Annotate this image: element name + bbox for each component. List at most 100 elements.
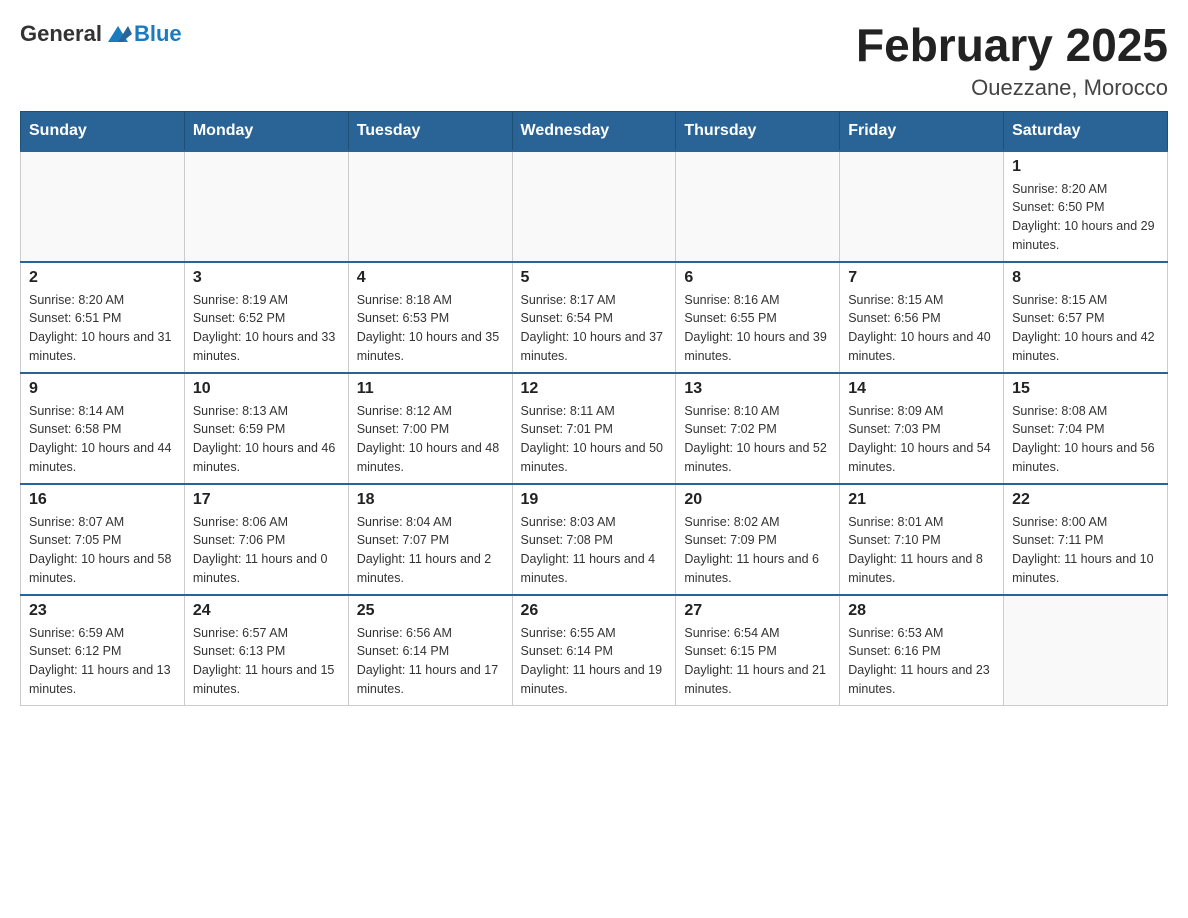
calendar-cell: 19Sunrise: 8:03 AMSunset: 7:08 PMDayligh… — [512, 484, 676, 595]
calendar-cell: 7Sunrise: 8:15 AMSunset: 6:56 PMDaylight… — [840, 262, 1004, 373]
logo-general-text: General — [20, 21, 102, 47]
day-info: Sunrise: 6:55 AMSunset: 6:14 PMDaylight:… — [521, 624, 668, 699]
day-info: Sunrise: 6:53 AMSunset: 6:16 PMDaylight:… — [848, 624, 995, 699]
day-info: Sunrise: 6:59 AMSunset: 6:12 PMDaylight:… — [29, 624, 176, 699]
day-number: 1 — [1012, 158, 1159, 176]
day-number: 26 — [521, 602, 668, 620]
calendar-cell: 4 Sunrise: 8:18 AMSunset: 6:53 PMDaylight… — [348, 262, 512, 373]
calendar-table: SundayMondayTuesdayWednesdayThursdayFrid… — [20, 111, 1168, 706]
calendar-title: February 2025 — [856, 20, 1168, 71]
day-info: Sunrise: 8:17 AMSunset: 6:54 PMDaylight:… — [521, 291, 668, 366]
calendar-cell — [1004, 595, 1168, 706]
calendar-cell — [840, 151, 1004, 262]
day-number: 5 — [521, 269, 668, 287]
day-info: Sunrise: 6:56 AMSunset: 6:14 PMDaylight:… — [357, 624, 504, 699]
week-row-4: 16 Sunrise: 8:07 AMSunset: 7:05 PMDayligh… — [21, 484, 1168, 595]
day-info: Sunrise: 8:14 AMSunset: 6:58 PMDaylight:… — [29, 402, 176, 477]
day-info: Sunrise: 6:57 AMSunset: 6:13 PMDaylight:… — [193, 624, 340, 699]
calendar-cell: 1 Sunrise: 8:20 AMSunset: 6:50 PMDaylight… — [1004, 151, 1168, 262]
day-number: 21 — [848, 491, 995, 509]
calendar-subtitle: Ouezzane, Morocco — [856, 75, 1168, 101]
calendar-cell: 20 Sunrise: 8:02 AMSunset: 7:09 PMDayligh… — [676, 484, 840, 595]
day-info: Sunrise: 8:11 AMSunset: 7:01 PMDaylight:… — [521, 402, 668, 477]
day-number: 18 — [357, 491, 504, 509]
day-info: Sunrise: 8:19 AMSunset: 6:52 PMDaylight:… — [193, 291, 340, 366]
calendar-cell: 6 Sunrise: 8:16 AMSunset: 6:55 PMDaylight… — [676, 262, 840, 373]
day-info: Sunrise: 6:54 AMSunset: 6:15 PMDaylight:… — [684, 624, 831, 699]
calendar-cell: 13 Sunrise: 8:10 AMSunset: 7:02 PMDayligh… — [676, 373, 840, 484]
day-number: 19 — [521, 491, 668, 509]
day-info: Sunrise: 8:06 AMSunset: 7:06 PMDaylight:… — [193, 513, 340, 588]
calendar-cell: 11 Sunrise: 8:12 AMSunset: 7:00 PMDayligh… — [348, 373, 512, 484]
week-row-1: 1 Sunrise: 8:20 AMSunset: 6:50 PMDaylight… — [21, 151, 1168, 262]
day-number: 8 — [1012, 269, 1159, 287]
calendar-cell — [348, 151, 512, 262]
column-header-thursday: Thursday — [676, 111, 840, 151]
day-number: 14 — [848, 380, 995, 398]
logo: General Blue — [20, 20, 182, 48]
day-number: 24 — [193, 602, 340, 620]
calendar-cell: 16 Sunrise: 8:07 AMSunset: 7:05 PMDayligh… — [21, 484, 185, 595]
calendar-cell: 5 Sunrise: 8:17 AMSunset: 6:54 PMDaylight… — [512, 262, 676, 373]
calendar-cell: 28 Sunrise: 6:53 AMSunset: 6:16 PMDayligh… — [840, 595, 1004, 706]
calendar-cell — [21, 151, 185, 262]
page-header: General Blue February 2025 Ouezzane, Mor… — [20, 20, 1168, 101]
column-header-friday: Friday — [840, 111, 1004, 151]
day-number: 25 — [357, 602, 504, 620]
calendar-cell: 21 Sunrise: 8:01 AMSunset: 7:10 PMDayligh… — [840, 484, 1004, 595]
calendar-cell: 25 Sunrise: 6:56 AMSunset: 6:14 PMDayligh… — [348, 595, 512, 706]
day-number: 13 — [684, 380, 831, 398]
calendar-cell: 26 Sunrise: 6:55 AMSunset: 6:14 PMDayligh… — [512, 595, 676, 706]
day-number: 20 — [684, 491, 831, 509]
day-info: Sunrise: 8:10 AMSunset: 7:02 PMDaylight:… — [684, 402, 831, 477]
day-info: Sunrise: 8:20 AMSunset: 6:50 PMDaylight:… — [1012, 180, 1159, 255]
day-info: Sunrise: 8:02 AMSunset: 7:09 PMDaylight:… — [684, 513, 831, 588]
calendar-cell: 22 Sunrise: 8:00 AMSunset: 7:11 PMDayligh… — [1004, 484, 1168, 595]
title-block: February 2025 Ouezzane, Morocco — [856, 20, 1168, 101]
day-number: 16 — [29, 491, 176, 509]
calendar-cell: 10Sunrise: 8:13 AMSunset: 6:59 PMDayligh… — [184, 373, 348, 484]
day-info: Sunrise: 8:08 AMSunset: 7:04 PMDaylight:… — [1012, 402, 1159, 477]
calendar-cell: 17 Sunrise: 8:06 AMSunset: 7:06 PMDayligh… — [184, 484, 348, 595]
day-number: 22 — [1012, 491, 1159, 509]
day-info: Sunrise: 8:16 AMSunset: 6:55 PMDaylight:… — [684, 291, 831, 366]
calendar-cell: 9Sunrise: 8:14 AMSunset: 6:58 PMDaylight… — [21, 373, 185, 484]
day-info: Sunrise: 8:12 AMSunset: 7:00 PMDaylight:… — [357, 402, 504, 477]
day-info: Sunrise: 8:00 AMSunset: 7:11 PMDaylight:… — [1012, 513, 1159, 588]
calendar-cell: 3 Sunrise: 8:19 AMSunset: 6:52 PMDaylight… — [184, 262, 348, 373]
day-number: 3 — [193, 269, 340, 287]
day-number: 4 — [357, 269, 504, 287]
day-info: Sunrise: 8:07 AMSunset: 7:05 PMDaylight:… — [29, 513, 176, 588]
column-header-sunday: Sunday — [21, 111, 185, 151]
day-info: Sunrise: 8:15 AMSunset: 6:57 PMDaylight:… — [1012, 291, 1159, 366]
day-number: 11 — [357, 380, 504, 398]
day-info: Sunrise: 8:04 AMSunset: 7:07 PMDaylight:… — [357, 513, 504, 588]
calendar-cell: 15 Sunrise: 8:08 AMSunset: 7:04 PMDayligh… — [1004, 373, 1168, 484]
week-row-3: 9Sunrise: 8:14 AMSunset: 6:58 PMDaylight… — [21, 373, 1168, 484]
day-info: Sunrise: 8:01 AMSunset: 7:10 PMDaylight:… — [848, 513, 995, 588]
logo-icon — [104, 20, 132, 48]
column-header-monday: Monday — [184, 111, 348, 151]
week-row-5: 23 Sunrise: 6:59 AMSunset: 6:12 PMDayligh… — [21, 595, 1168, 706]
column-header-tuesday: Tuesday — [348, 111, 512, 151]
week-row-2: 2 Sunrise: 8:20 AMSunset: 6:51 PMDaylight… — [21, 262, 1168, 373]
calendar-cell: 14 Sunrise: 8:09 AMSunset: 7:03 PMDayligh… — [840, 373, 1004, 484]
day-info: Sunrise: 8:20 AMSunset: 6:51 PMDaylight:… — [29, 291, 176, 366]
day-number: 28 — [848, 602, 995, 620]
day-info: Sunrise: 8:13 AMSunset: 6:59 PMDaylight:… — [193, 402, 340, 477]
day-number: 27 — [684, 602, 831, 620]
logo-blue-text: Blue — [134, 21, 182, 47]
calendar-cell: 27 Sunrise: 6:54 AMSunset: 6:15 PMDayligh… — [676, 595, 840, 706]
day-number: 15 — [1012, 380, 1159, 398]
day-number: 2 — [29, 269, 176, 287]
day-info: Sunrise: 8:15 AMSunset: 6:56 PMDaylight:… — [848, 291, 995, 366]
day-number: 6 — [684, 269, 831, 287]
day-number: 23 — [29, 602, 176, 620]
calendar-cell — [512, 151, 676, 262]
calendar-cell: 12Sunrise: 8:11 AMSunset: 7:01 PMDayligh… — [512, 373, 676, 484]
day-info: Sunrise: 8:09 AMSunset: 7:03 PMDaylight:… — [848, 402, 995, 477]
calendar-header-row: SundayMondayTuesdayWednesdayThursdayFrid… — [21, 111, 1168, 151]
day-number: 17 — [193, 491, 340, 509]
calendar-cell: 8 Sunrise: 8:15 AMSunset: 6:57 PMDaylight… — [1004, 262, 1168, 373]
day-info: Sunrise: 8:18 AMSunset: 6:53 PMDaylight:… — [357, 291, 504, 366]
